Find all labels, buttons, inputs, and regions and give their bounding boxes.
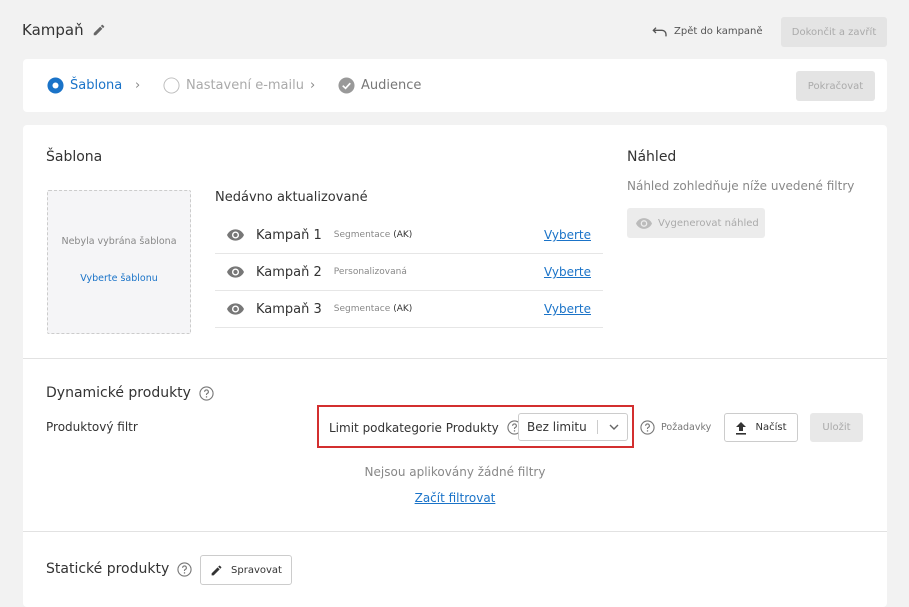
dynamic-products-label: Dynamické produkty bbox=[46, 385, 191, 401]
radio-empty-icon bbox=[163, 77, 180, 94]
help-icon bbox=[640, 420, 655, 435]
recent-list: Kampaň 1 Segmentace (AK) Vyberte Kampaň … bbox=[215, 217, 603, 328]
limit-label: Limit podkategorie Produkty bbox=[329, 420, 499, 435]
campaign-type: Segmentace (AK) bbox=[333, 230, 413, 240]
load-button[interactable]: Načíst bbox=[724, 413, 798, 442]
chevron-right-icon: › bbox=[135, 78, 141, 93]
back-label: Zpět do kampaně bbox=[674, 25, 763, 37]
limit-value: Bez limitu bbox=[527, 420, 587, 434]
no-template-text: Nebyla vybrána šablona bbox=[61, 236, 177, 247]
finish-and-close-button[interactable]: Dokončit a zavřít bbox=[781, 17, 887, 47]
campaign-type: Personalizovaná bbox=[333, 267, 407, 277]
chevron-right-icon: › bbox=[310, 78, 316, 93]
chevron-down-icon bbox=[607, 420, 621, 434]
step-audience[interactable]: Audience bbox=[338, 77, 421, 94]
divider bbox=[23, 531, 887, 532]
help-icon[interactable] bbox=[199, 385, 214, 401]
requirements-link[interactable]: Požadavky bbox=[640, 420, 711, 435]
select-link[interactable]: Vyberte bbox=[544, 228, 591, 242]
step-template[interactable]: Šablona bbox=[47, 77, 122, 94]
step-label: Audience bbox=[361, 78, 422, 93]
template-placeholder[interactable]: Nebyla vybrána šablona Vyberte šablonu bbox=[47, 190, 191, 334]
campaign-name: Kampaň 2 bbox=[256, 264, 322, 280]
eye-icon[interactable] bbox=[227, 266, 244, 278]
choose-template-link[interactable]: Vyberte šablonu bbox=[48, 273, 190, 284]
list-item: Kampaň 1 Segmentace (AK) Vyberte bbox=[215, 217, 603, 254]
generate-preview-button[interactable]: Vygenerovat náhled bbox=[627, 208, 765, 238]
subcategory-limit-highlight: Limit podkategorie Produkty Bez limitu bbox=[317, 405, 634, 448]
limit-select[interactable]: Bez limitu bbox=[518, 413, 628, 441]
product-filter-label: Produktový filtr bbox=[46, 420, 138, 434]
help-icon[interactable] bbox=[177, 561, 192, 577]
start-filtering-link[interactable]: Začít filtrovat bbox=[23, 491, 887, 505]
back-to-campaign-link[interactable]: Zpět do kampaně bbox=[652, 25, 763, 37]
eye-icon bbox=[636, 217, 652, 229]
list-item: Kampaň 2 Personalizovaná Vyberte bbox=[215, 254, 603, 291]
check-circle-icon bbox=[338, 77, 355, 94]
static-products-title: Statické produkty bbox=[46, 561, 192, 577]
campaign-name: Kampaň 1 bbox=[256, 227, 322, 243]
step-label: Nastavení e-mailu bbox=[186, 78, 304, 93]
step-label: Šablona bbox=[70, 78, 123, 93]
radio-checked-icon bbox=[47, 77, 64, 94]
main-card: Šablona Nebyla vybrána šablona Vyberte š… bbox=[23, 125, 887, 607]
load-label: Načíst bbox=[755, 422, 787, 433]
select-separator bbox=[597, 420, 598, 434]
manage-button[interactable]: Spravovat bbox=[200, 555, 292, 585]
step-email-settings[interactable]: Nastavení e-mailu bbox=[163, 77, 304, 94]
upload-icon bbox=[735, 421, 747, 435]
preview-description: Náhled zohledňuje níže uvedené filtry bbox=[627, 179, 855, 193]
divider bbox=[23, 358, 887, 359]
campaign-type: Segmentace (AK) bbox=[333, 304, 413, 314]
recent-title: Nedávno aktualizované bbox=[215, 190, 368, 205]
pencil-icon bbox=[210, 564, 223, 577]
requirements-label: Požadavky bbox=[661, 422, 712, 433]
eye-icon[interactable] bbox=[227, 303, 244, 315]
generate-label: Vygenerovat náhled bbox=[658, 217, 759, 229]
save-button[interactable]: Uložit bbox=[810, 413, 863, 442]
pencil-icon[interactable] bbox=[92, 23, 106, 37]
campaign-name: Kampaň 3 bbox=[256, 301, 322, 317]
manage-label: Spravovat bbox=[231, 564, 282, 576]
select-link[interactable]: Vyberte bbox=[544, 265, 591, 279]
dynamic-products-title: Dynamické produkty bbox=[46, 385, 214, 401]
eye-icon[interactable] bbox=[227, 229, 244, 241]
limit-label-group: Limit podkategorie Produkty bbox=[329, 420, 522, 435]
preview-title: Náhled bbox=[627, 149, 677, 165]
page-title: Kampaň bbox=[22, 21, 84, 39]
static-products-label: Statické produkty bbox=[46, 561, 170, 577]
select-link[interactable]: Vyberte bbox=[544, 302, 591, 316]
continue-button[interactable]: Pokračovat bbox=[796, 71, 875, 101]
stepper-card: Šablona › Nastavení e-mailu › Audience P… bbox=[23, 59, 887, 112]
undo-arrow-icon bbox=[652, 25, 668, 37]
template-section-title: Šablona bbox=[46, 149, 103, 165]
list-item: Kampaň 3 Segmentace (AK) Vyberte bbox=[215, 291, 603, 328]
no-filters-text: Nejsou aplikovány žádné filtry bbox=[364, 465, 546, 479]
